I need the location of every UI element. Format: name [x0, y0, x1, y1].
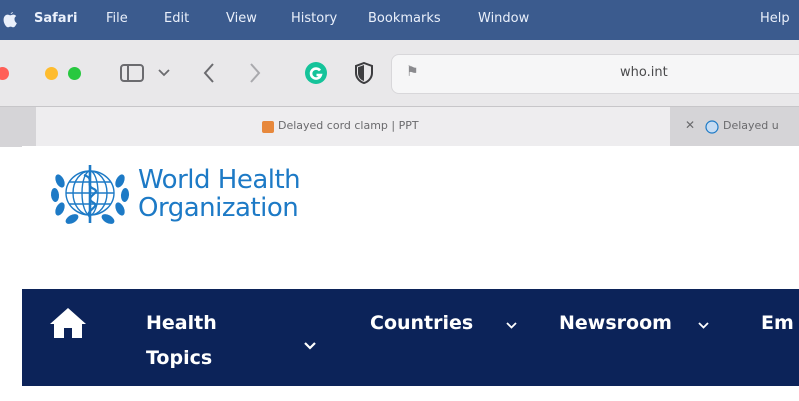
health-topics-chevron-icon[interactable] [304, 342, 316, 350]
chevron-down-icon[interactable] [158, 69, 170, 77]
address-bar[interactable]: ⚑ who.int [391, 54, 799, 94]
apple-icon[interactable] [2, 9, 18, 29]
privacy-shield-icon[interactable] [354, 62, 374, 84]
nav-health-topics-line1[interactable]: Health [146, 312, 217, 334]
home-icon[interactable] [48, 306, 88, 340]
address-url[interactable]: who.int [620, 65, 668, 80]
who-wordmark[interactable]: World Health Organization [138, 165, 301, 223]
flag-icon: ⚑ [406, 64, 419, 80]
countries-chevron-icon[interactable] [506, 322, 517, 329]
menu-window[interactable]: Window [478, 11, 529, 26]
back-icon[interactable] [203, 62, 215, 84]
main-navigation: Health Topics Countries Newsroom Em [22, 289, 799, 386]
close-window-button[interactable] [0, 67, 9, 80]
grammarly-icon[interactable] [304, 61, 328, 85]
nav-countries[interactable]: Countries [370, 312, 473, 334]
menu-help[interactable]: Help [760, 11, 790, 26]
sidebar-icon[interactable] [120, 64, 144, 82]
org-name-line2: Organization [138, 193, 299, 223]
forward-icon[interactable] [249, 62, 261, 84]
menu-bar: Safari File Edit View History Bookmarks … [0, 0, 799, 40]
who-emblem-icon[interactable] [44, 155, 136, 231]
tab-favicon-icon [705, 120, 719, 134]
menu-edit[interactable]: Edit [164, 11, 189, 26]
menu-file[interactable]: File [106, 11, 128, 26]
tab-title: Delayed cord clamp | PPT [278, 119, 419, 132]
tab-close-icon[interactable]: ✕ [685, 118, 695, 132]
minimize-window-button[interactable] [45, 67, 58, 80]
nav-emergencies[interactable]: Em [761, 312, 794, 334]
tab-delayed-second[interactable]: ✕ Delayed u [671, 107, 799, 147]
menu-bookmarks[interactable]: Bookmarks [368, 11, 441, 26]
web-page: World Health Organization Health Topics … [22, 146, 799, 401]
newsroom-chevron-icon[interactable] [698, 322, 709, 329]
menu-safari[interactable]: Safari [34, 11, 77, 26]
browser-toolbar: ⚑ who.int [0, 40, 799, 106]
nav-health-topics-line2[interactable]: Topics [146, 347, 212, 369]
menu-history[interactable]: History [291, 11, 337, 26]
zoom-window-button[interactable] [68, 67, 81, 80]
nav-newsroom[interactable]: Newsroom [559, 312, 672, 334]
tab-bar: Delayed cord clamp | PPT ✕ Delayed u [0, 106, 799, 147]
org-name-line1: World Health [138, 165, 301, 195]
menu-view[interactable]: View [226, 11, 257, 26]
tab-favicon-icon [262, 121, 274, 133]
tab-title: Delayed u [723, 119, 779, 132]
tab-delayed-cord-clamp[interactable]: Delayed cord clamp | PPT [36, 107, 670, 147]
